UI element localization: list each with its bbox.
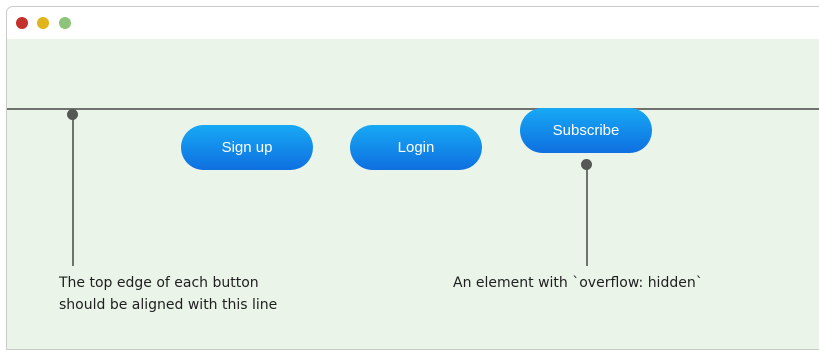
left-annotation-line-2: should be aligned with this line	[59, 297, 278, 313]
close-window-button[interactable]	[16, 17, 28, 29]
left-annotation-line-1: The top edge of each button	[59, 275, 259, 291]
maximize-window-button[interactable]	[59, 17, 71, 29]
window-titlebar	[7, 7, 819, 39]
right-annotation-pointer-dot	[581, 159, 592, 170]
right-annotation-line-1: An element with `overflow: hidden`	[453, 275, 703, 291]
alignment-guide-line	[7, 108, 819, 110]
sign-up-button[interactable]: Sign up	[181, 125, 313, 170]
left-annotation-pointer-dot	[67, 109, 78, 120]
minimize-window-button[interactable]	[37, 17, 49, 29]
left-annotation-caption: The top edge of each button should be al…	[59, 272, 277, 316]
right-annotation-caption: An element with `overflow: hidden`	[453, 272, 703, 294]
subscribe-button-label: Subscribe	[552, 122, 620, 139]
window-content-area: Sign up Login Subscribe The top edge of …	[7, 39, 819, 349]
login-button[interactable]: Login	[350, 125, 482, 170]
sign-up-button-label: Sign up	[221, 139, 273, 156]
login-button-label: Login	[397, 139, 435, 156]
right-annotation-pointer-line	[586, 164, 588, 266]
subscribe-button[interactable]: Subscribe	[520, 108, 652, 153]
browser-window: Sign up Login Subscribe The top edge of …	[6, 6, 819, 350]
left-annotation-pointer-line	[72, 115, 74, 266]
